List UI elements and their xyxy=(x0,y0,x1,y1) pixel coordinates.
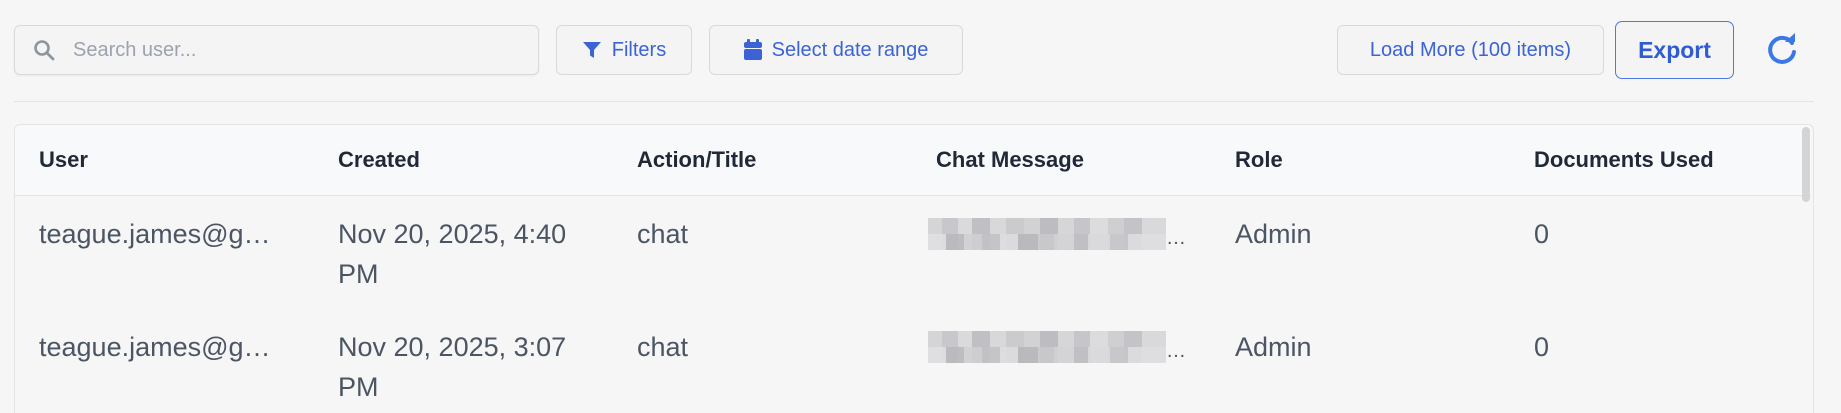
column-header-action-title[interactable]: Action/Title xyxy=(613,125,912,195)
toolbar-divider xyxy=(14,101,1814,102)
calendar-icon xyxy=(743,39,762,61)
activity-table: User Created Action/Title Chat Message R… xyxy=(14,124,1814,413)
search-icon xyxy=(33,39,55,61)
cell-documents-used: 0 xyxy=(1534,218,1550,249)
cell-role: Admin xyxy=(1235,218,1312,249)
search-box[interactable] xyxy=(14,25,539,75)
redacted-message xyxy=(928,331,1166,363)
table-row[interactable]: teague.james@g… Nov 20, 2025, 4:40 PM ch… xyxy=(15,195,1811,309)
export-label: Export xyxy=(1638,36,1711,63)
column-header-documents-used[interactable]: Documents Used xyxy=(1510,125,1811,195)
cell-role: Admin xyxy=(1235,332,1312,362)
date-range-label: Select date range xyxy=(771,38,929,61)
column-header-created[interactable]: Created xyxy=(314,125,613,195)
export-button[interactable]: Export xyxy=(1615,21,1734,79)
cell-user: teague.james@g… xyxy=(39,332,271,362)
table-row[interactable]: teague.james@g… Nov 20, 2025, 3:07 PM ch… xyxy=(15,309,1811,413)
cell-user: teague.james@g… xyxy=(39,218,271,249)
cell-created: Nov 20, 2025, 3:07 PM xyxy=(338,332,567,402)
table-header-row: User Created Action/Title Chat Message R… xyxy=(15,125,1811,195)
cell-documents-used: 0 xyxy=(1534,332,1550,362)
refresh-icon xyxy=(1765,33,1799,67)
date-range-button[interactable]: Select date range xyxy=(709,25,963,75)
column-header-user[interactable]: User xyxy=(15,125,314,195)
load-more-button[interactable]: Load More (100 items) xyxy=(1337,25,1604,75)
refresh-button[interactable] xyxy=(1762,30,1802,70)
toolbar: Filters Select date range Load More (100… xyxy=(0,0,1841,102)
table-scrollbar[interactable] xyxy=(1802,127,1810,202)
column-header-chat-message[interactable]: Chat Message xyxy=(912,125,1211,195)
load-more-label: Load More (100 items) xyxy=(1369,38,1572,61)
filters-label: Filters xyxy=(611,38,667,61)
filter-icon xyxy=(582,40,602,60)
column-header-role[interactable]: Role xyxy=(1211,125,1510,195)
cell-action: chat xyxy=(637,332,689,362)
cell-action: chat xyxy=(637,218,689,249)
cell-chat-message: … xyxy=(912,309,1211,413)
cell-created: Nov 20, 2025, 4:40 PM xyxy=(338,218,567,289)
cell-chat-message: … xyxy=(912,195,1211,309)
redacted-message xyxy=(928,217,1166,250)
search-input[interactable] xyxy=(71,37,511,63)
filters-button[interactable]: Filters xyxy=(556,25,692,75)
